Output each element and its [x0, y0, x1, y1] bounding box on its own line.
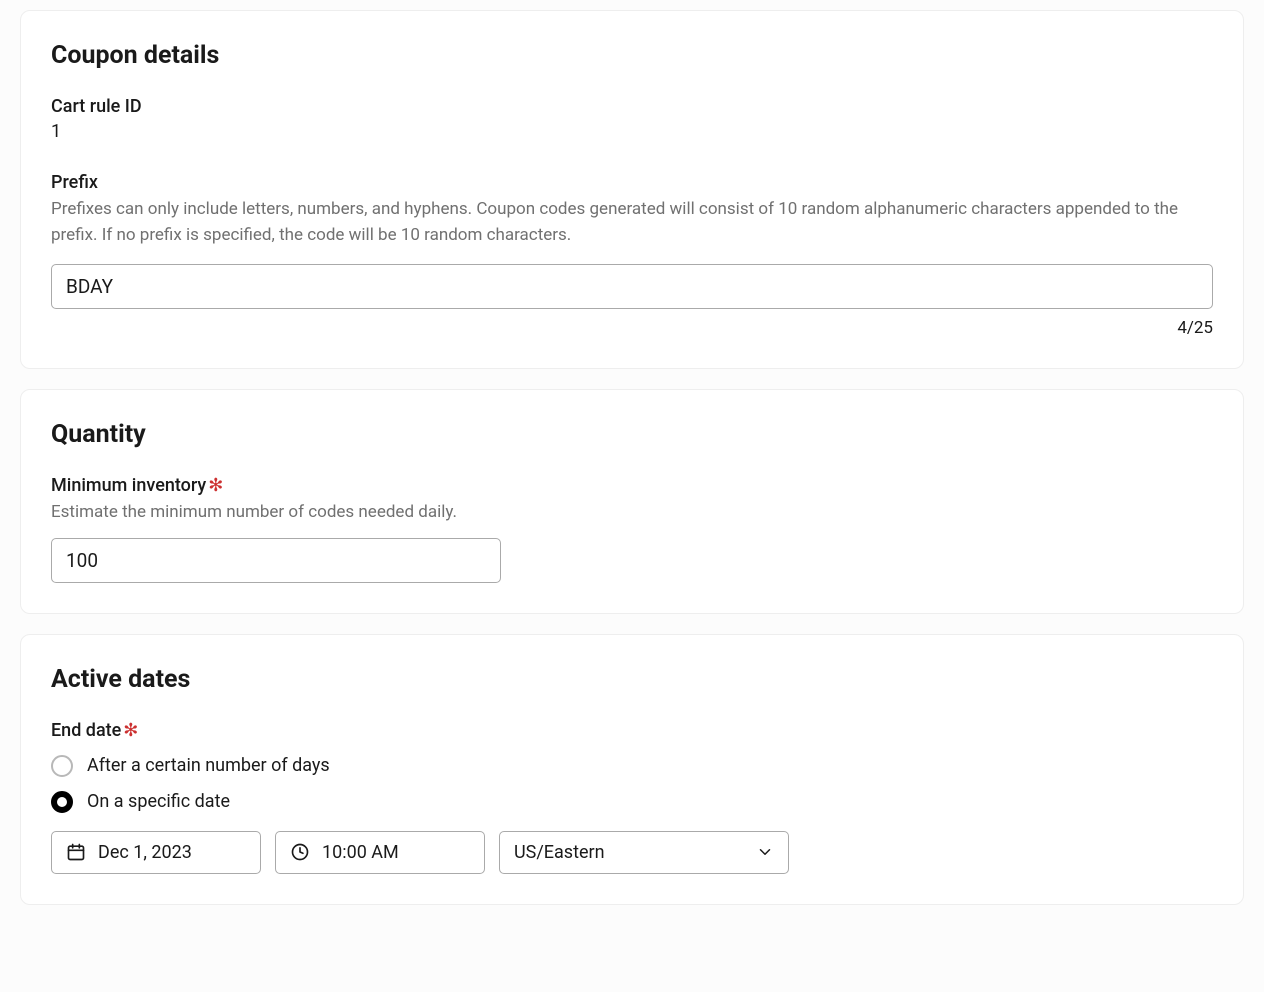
time-value: 10:00 AM: [322, 842, 399, 863]
cart-rule-id-value: 1: [51, 121, 1213, 142]
end-date-label: End date✻: [51, 720, 1213, 741]
min-inventory-help-text: Estimate the minimum number of codes nee…: [51, 500, 1213, 526]
min-inventory-label-text: Minimum inventory: [51, 475, 206, 496]
required-asterisk-icon: ✻: [208, 475, 223, 496]
date-value: Dec 1, 2023: [98, 842, 192, 863]
active-dates-title: Active dates: [51, 665, 1213, 694]
clock-icon: [290, 842, 310, 862]
prefix-field: Prefix Prefixes can only include letters…: [51, 172, 1213, 338]
radio-specific-date[interactable]: On a specific date: [51, 791, 1213, 813]
date-picker[interactable]: Dec 1, 2023: [51, 831, 261, 874]
radio-unselected-icon: [51, 755, 73, 777]
quantity-title: Quantity: [51, 420, 1213, 449]
coupon-details-title: Coupon details: [51, 41, 1213, 70]
end-date-label-text: End date: [51, 720, 121, 741]
prefix-input[interactable]: [51, 264, 1213, 309]
prefix-label: Prefix: [51, 172, 1213, 193]
radio-after-days-label: After a certain number of days: [87, 755, 330, 776]
min-inventory-label: Minimum inventory✻: [51, 475, 1213, 496]
time-picker[interactable]: 10:00 AM: [275, 831, 485, 874]
min-inventory-field: Minimum inventory✻ Estimate the minimum …: [51, 475, 1213, 583]
chevron-down-icon: [756, 843, 774, 861]
calendar-icon: [66, 842, 86, 862]
min-inventory-input[interactable]: [51, 538, 501, 583]
radio-specific-date-label: On a specific date: [87, 791, 230, 812]
end-date-field: End date✻ After a certain number of days…: [51, 720, 1213, 874]
timezone-select[interactable]: US/Eastern: [499, 831, 789, 874]
active-dates-card: Active dates End date✻ After a certain n…: [20, 634, 1244, 905]
cart-rule-id-field: Cart rule ID 1: [51, 96, 1213, 142]
radio-selected-icon: [51, 791, 73, 813]
prefix-char-counter: 4/25: [51, 318, 1213, 338]
end-date-radio-group: After a certain number of days On a spec…: [51, 755, 1213, 813]
coupon-details-card: Coupon details Cart rule ID 1 Prefix Pre…: [20, 10, 1244, 369]
timezone-value: US/Eastern: [514, 842, 756, 863]
cart-rule-id-label: Cart rule ID: [51, 96, 1213, 117]
prefix-help-text: Prefixes can only include letters, numbe…: [51, 197, 1213, 248]
date-time-row: Dec 1, 2023 10:00 AM US/Eastern: [51, 831, 1213, 874]
radio-after-days[interactable]: After a certain number of days: [51, 755, 1213, 777]
quantity-card: Quantity Minimum inventory✻ Estimate the…: [20, 389, 1244, 614]
required-asterisk-icon: ✻: [123, 720, 138, 741]
